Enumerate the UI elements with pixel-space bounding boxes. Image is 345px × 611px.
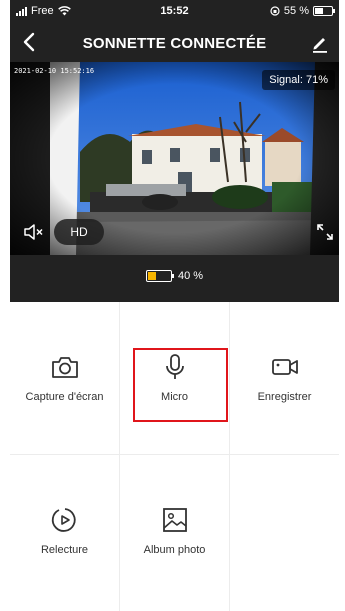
photo-album-label: Album photo	[143, 544, 206, 556]
status-bar: Free 15:52 55 %	[10, 0, 339, 22]
replay-label: Relecture	[40, 544, 89, 556]
device-battery-icon	[145, 270, 174, 282]
record-button[interactable]: Enregistrer	[230, 302, 339, 454]
highlight-box	[133, 348, 228, 422]
phone-battery-icon	[313, 6, 335, 16]
battery-percent: 55 %	[283, 5, 309, 17]
screenshot-button[interactable]: Capture d'écran	[10, 302, 119, 454]
edit-pencil-icon[interactable]	[309, 32, 331, 54]
replay-button[interactable]: Relecture	[10, 455, 119, 607]
device-battery-row: 40 %	[10, 264, 339, 288]
screenshot-label: Capture d'écran	[25, 391, 104, 403]
lock-rotation-icon	[270, 6, 280, 16]
speaker-mute-icon[interactable]	[23, 222, 45, 242]
camera-timestamp: 2021-02-10 15:52:16	[14, 67, 95, 75]
app-screen: Free 15:52 55 % SONNETTE CONNECTÉE 2021-…	[10, 0, 339, 611]
quality-toggle-button[interactable]: HD	[54, 219, 104, 245]
device-battery-label: 40 %	[177, 270, 204, 282]
action-grid: Capture d'écran Micro Enregistrer Relect…	[10, 302, 339, 611]
record-label: Enregistrer	[257, 391, 312, 403]
status-right: 55 %	[270, 5, 335, 17]
video-camera-icon	[271, 359, 298, 375]
back-chevron-icon[interactable]	[18, 30, 42, 54]
replay-icon	[51, 508, 76, 532]
dark-header-area: Free 15:52 55 % SONNETTE CONNECTÉE 2021-…	[10, 0, 339, 302]
photo-album-icon	[162, 508, 187, 532]
signal-badge: Signal: 71%	[262, 70, 335, 90]
photo-album-button[interactable]: Album photo	[120, 455, 229, 607]
camera-feed[interactable]: 2021-02-10 15:52:16 Signal: 71% HD	[10, 62, 339, 255]
page-title: SONNETTE CONNECTÉE	[82, 35, 267, 52]
title-bar: SONNETTE CONNECTÉE	[10, 24, 339, 62]
fullscreen-icon[interactable]	[315, 222, 335, 242]
camera-icon	[51, 357, 78, 378]
